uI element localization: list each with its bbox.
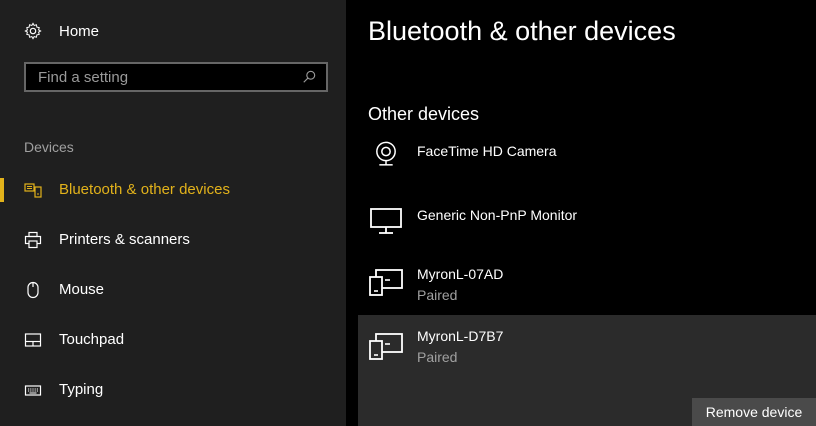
- device-item-myronl-d7b7[interactable]: MyronL-D7B7 Paired Remove device: [358, 315, 816, 426]
- search-input[interactable]: Find a setting: [24, 62, 328, 92]
- device-name: Generic Non-PnP Monitor: [417, 207, 578, 223]
- touchpad-icon: [24, 333, 42, 347]
- device-name: FaceTime HD Camera: [417, 143, 557, 159]
- page-title: Bluetooth & other devices: [368, 16, 676, 46]
- sidebar-item-typing[interactable]: Typing: [0, 370, 346, 410]
- device-icon: [369, 333, 403, 360]
- home-link[interactable]: Home: [0, 10, 346, 54]
- sidebar-item-bluetooth[interactable]: Bluetooth & other devices: [0, 170, 346, 210]
- device-name: MyronL-07AD: [417, 266, 504, 282]
- printer-icon: [24, 231, 42, 249]
- mouse-icon: [27, 281, 39, 299]
- device-name: MyronL-D7B7: [417, 328, 504, 344]
- search-placeholder: Find a setting: [38, 69, 129, 86]
- sidebar: Home Find a setting Devices Bluetooth & …: [0, 0, 346, 426]
- sidebar-item-label: Typing: [59, 381, 104, 398]
- sidebar-item-label: Touchpad: [59, 331, 125, 348]
- webcam-icon: [376, 141, 396, 166]
- sidebar-item-label: Mouse: [59, 281, 105, 298]
- device-item-facetime-camera[interactable]: FaceTime HD Camera: [358, 133, 816, 193]
- section-title-devices: Devices: [24, 139, 74, 155]
- keyboard-icon: [24, 385, 42, 396]
- sidebar-item-label: Bluetooth & other devices: [59, 181, 230, 198]
- section-heading-other-devices: Other devices: [368, 104, 480, 124]
- home-label: Home: [59, 23, 100, 40]
- main-content: Bluetooth & other devices Other devices …: [346, 0, 816, 426]
- device-status: Paired: [417, 349, 458, 365]
- device-item-generic-monitor[interactable]: Generic Non-PnP Monitor: [358, 197, 816, 257]
- gear-icon: [24, 22, 42, 40]
- device-icon: [369, 269, 403, 296]
- search-icon: [303, 70, 316, 83]
- device-item-myronl-07ad[interactable]: MyronL-07AD Paired: [358, 257, 816, 317]
- bluetooth-devices-icon: [24, 183, 42, 198]
- sidebar-item-printers[interactable]: Printers & scanners: [0, 220, 346, 260]
- sidebar-item-mouse[interactable]: Mouse: [0, 270, 346, 310]
- sidebar-item-touchpad[interactable]: Touchpad: [0, 320, 346, 360]
- monitor-icon: [370, 208, 402, 234]
- settings-window: Home Find a setting Devices Bluetooth & …: [0, 0, 816, 426]
- active-indicator: [0, 178, 4, 202]
- sidebar-item-label: Printers & scanners: [59, 231, 190, 248]
- device-status: Paired: [417, 287, 458, 303]
- remove-device-button[interactable]: Remove device: [692, 398, 816, 426]
